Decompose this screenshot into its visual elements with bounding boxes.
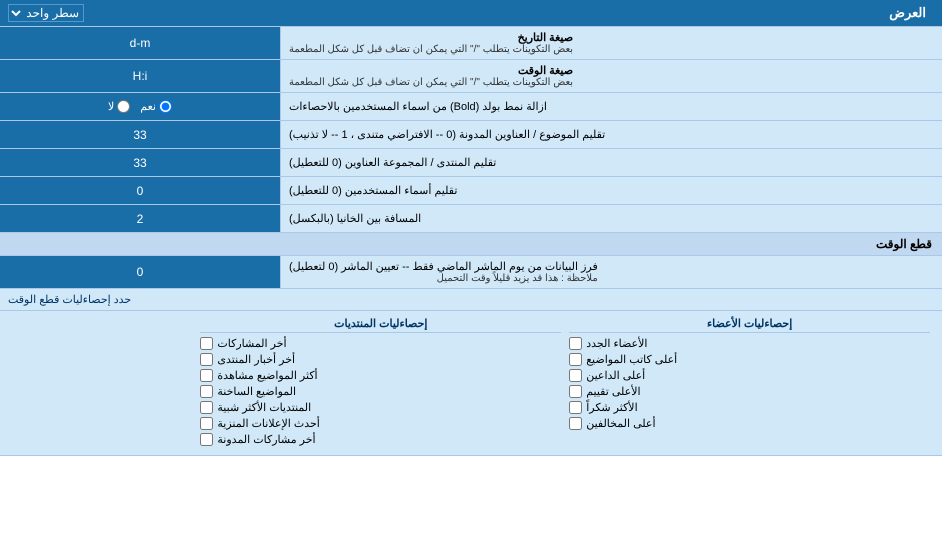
users-per-page-row: تقليم أسماء المستخدمين (0 للتعطيل): [0, 177, 942, 205]
topics-per-page-input-container: [0, 121, 280, 148]
cb-hot-topics[interactable]: [200, 385, 213, 398]
cb-last-blog-posts[interactable]: [200, 433, 213, 446]
cb-item-most-thanks: الأكثر شكراً: [569, 401, 930, 414]
cb-col-forums-header: إحصاءليات المنتديات: [200, 317, 561, 333]
date-format-input-container: [0, 27, 280, 59]
cb-last-posts[interactable]: [200, 337, 213, 350]
cb-most-viewed[interactable]: [200, 369, 213, 382]
cutoff-days-label: فرز البيانات من يوم الماشر الماضي فقط --…: [280, 256, 942, 288]
cb-most-thanks[interactable]: [569, 401, 582, 414]
date-format-label: صيغة التاريخ بعض التكوينات يتطلب "/" الت…: [280, 27, 942, 59]
cb-top-violators[interactable]: [569, 417, 582, 430]
bold-remove-radio-container: نعم لا: [0, 93, 280, 120]
cb-latest-announcements[interactable]: [200, 417, 213, 430]
space-between-label: المسافة بين الخانيا (بالبكسل): [280, 205, 942, 232]
cb-top-inviters[interactable]: [569, 369, 582, 382]
time-format-label: صيغة الوقت بعض التكوينات يتطلب "/" التي …: [280, 60, 942, 92]
bold-radio-group: نعم لا: [108, 100, 172, 113]
cb-last-forum-news[interactable]: [200, 353, 213, 366]
users-per-page-label: تقليم أسماء المستخدمين (0 للتعطيل): [280, 177, 942, 204]
space-between-row: المسافة بين الخانيا (بالبكسل): [0, 205, 942, 233]
forum-per-page-input[interactable]: [6, 156, 274, 170]
cb-col-members-header: إحصاءليات الأعضاء: [569, 317, 930, 333]
cutoff-days-input-container: [0, 256, 280, 288]
cb-item-top-rated: الأعلى تقييم: [569, 385, 930, 398]
forum-per-page-row: تقليم المنتدى / المجموعة العناوين (0 للت…: [0, 149, 942, 177]
cb-item-most-viewed: أكثر المواضيع مشاهدة: [200, 369, 561, 382]
radio-no-label[interactable]: لا: [108, 100, 130, 113]
radio-yes-label[interactable]: نعم: [140, 100, 172, 113]
cb-item-top-violators: أعلى المخالفين: [569, 417, 930, 430]
radio-no[interactable]: [117, 100, 130, 113]
header-row: العرض سطر واحد سطران ثلاثة أسطر: [0, 0, 942, 27]
cb-col-empty: [8, 317, 196, 449]
checkboxes-area: إحصاءليات الأعضاء الأعضاء الجدد أعلى كات…: [0, 311, 942, 456]
cb-item-last-blog-posts: أخر مشاركات المدونة: [200, 433, 561, 446]
cb-item-last-posts: أخر المشاركات: [200, 337, 561, 350]
topics-per-page-input[interactable]: [6, 128, 274, 142]
date-format-row: صيغة التاريخ بعض التكوينات يتطلب "/" الت…: [0, 27, 942, 60]
cb-top-writer[interactable]: [569, 353, 582, 366]
time-format-input-container: [0, 60, 280, 92]
cb-item-last-forum-news: أخر أخبار المنتدى: [200, 353, 561, 366]
checkboxes-define: حدد إحصاءليات قطع الوقت: [0, 289, 942, 311]
header-title: العرض: [90, 5, 934, 21]
forum-per-page-input-container: [0, 149, 280, 176]
cb-item-new-members: الأعضاء الجدد: [569, 337, 930, 350]
radio-yes[interactable]: [159, 100, 172, 113]
topics-per-page-label: تقليم الموضوع / العناوين المدونة (0 -- ا…: [280, 121, 942, 148]
cb-item-latest-announcements: أحدث الإعلانات المنزية: [200, 417, 561, 430]
display-mode-select[interactable]: سطر واحد سطران ثلاثة أسطر: [8, 4, 84, 22]
cutoff-days-row: فرز البيانات من يوم الماشر الماضي فقط --…: [0, 256, 942, 289]
dropdown-container[interactable]: سطر واحد سطران ثلاثة أسطر: [8, 4, 90, 22]
checkbox-columns-container: إحصاءليات الأعضاء الأعضاء الجدد أعلى كات…: [8, 317, 934, 449]
time-format-row: صيغة الوقت بعض التكوينات يتطلب "/" التي …: [0, 60, 942, 93]
cb-new-members[interactable]: [569, 337, 582, 350]
cutoff-days-input[interactable]: [6, 265, 274, 279]
cutoff-section-header: قطع الوقت: [0, 233, 942, 256]
space-between-input[interactable]: [6, 212, 274, 226]
users-per-page-input-container: [0, 177, 280, 204]
bold-remove-label: ازالة نمط بولد (Bold) من اسماء المستخدمي…: [280, 93, 942, 120]
cb-item-top-writer: أعلى كاتب المواضيع: [569, 353, 930, 366]
users-per-page-input[interactable]: [6, 184, 274, 198]
forum-per-page-label: تقليم المنتدى / المجموعة العناوين (0 للت…: [280, 149, 942, 176]
cb-col-members: إحصاءليات الأعضاء الأعضاء الجدد أعلى كات…: [565, 317, 934, 449]
space-between-input-container: [0, 205, 280, 232]
cb-most-like-forums[interactable]: [200, 401, 213, 414]
date-format-input[interactable]: [6, 36, 274, 50]
cb-item-top-inviters: أعلى الداعين: [569, 369, 930, 382]
cb-item-hot-topics: المواضيع الساخنة: [200, 385, 561, 398]
bold-remove-row: ازالة نمط بولد (Bold) من اسماء المستخدمي…: [0, 93, 942, 121]
cb-top-rated[interactable]: [569, 385, 582, 398]
cb-item-most-like-forums: المنتديات الأكثر شبية: [200, 401, 561, 414]
cb-col-forums: إحصاءليات المنتديات أخر المشاركات أخر أخ…: [196, 317, 565, 449]
topics-per-page-row: تقليم الموضوع / العناوين المدونة (0 -- ا…: [0, 121, 942, 149]
time-format-input[interactable]: [6, 69, 274, 83]
